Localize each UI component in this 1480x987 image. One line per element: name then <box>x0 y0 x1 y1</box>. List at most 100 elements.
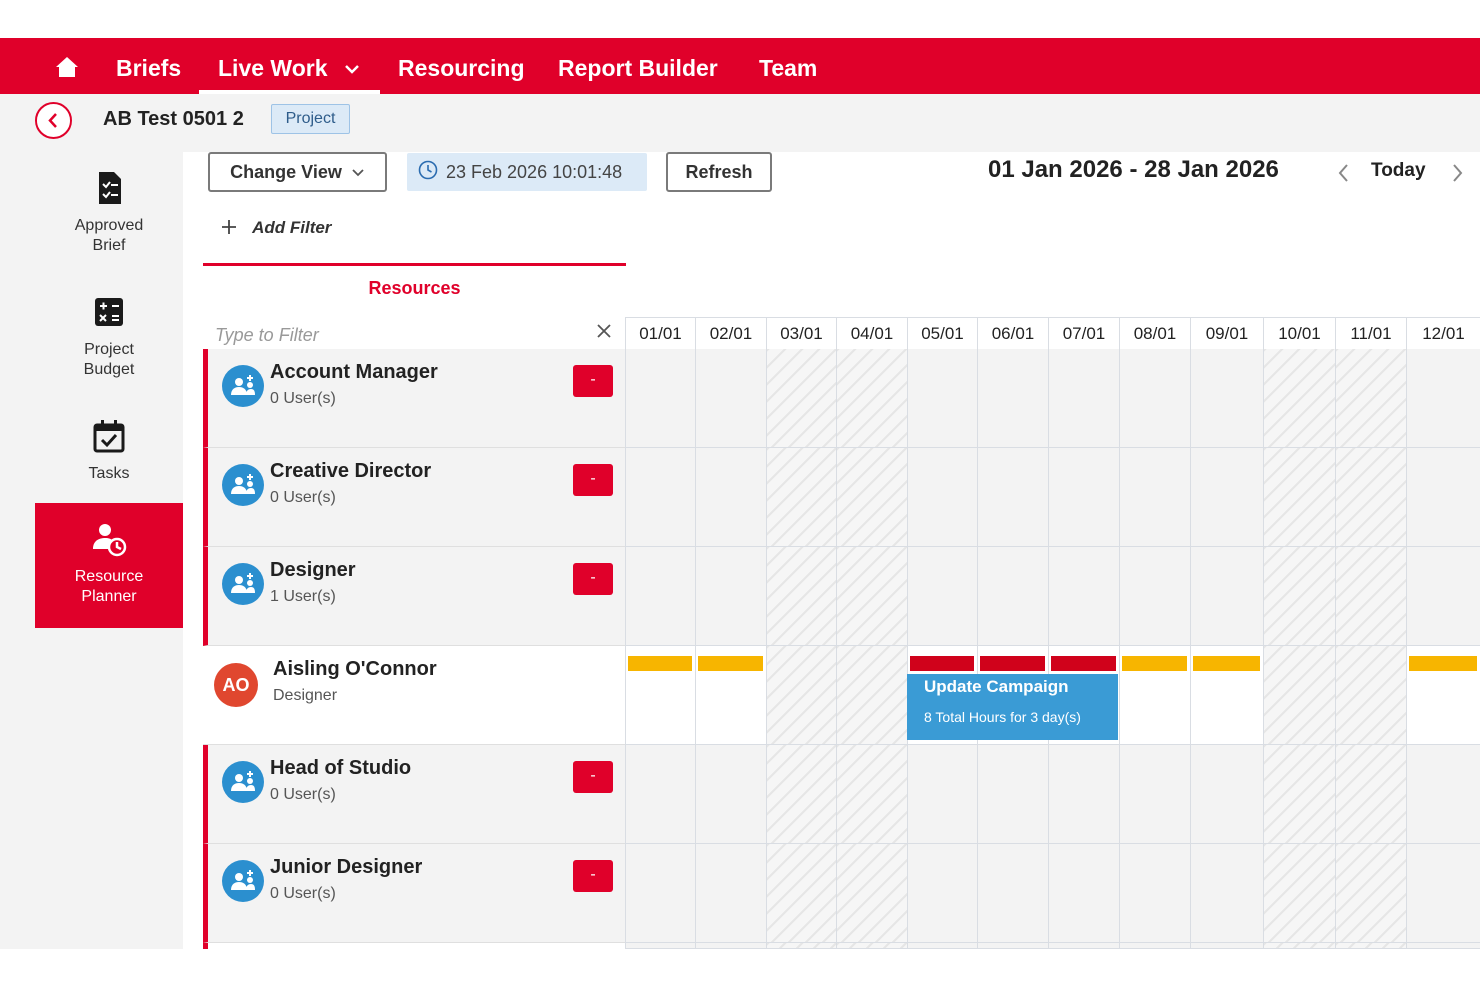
resource-user-count: 1 User(s) <box>270 588 336 605</box>
day-header: 02/01 <box>695 317 766 349</box>
day-header: 03/01 <box>766 317 836 349</box>
calendar-cell[interactable] <box>836 943 907 949</box>
project-title: AB Test 0501 2 <box>103 108 244 130</box>
day-header: 10/01 <box>1263 317 1335 349</box>
day-header: 09/01 <box>1190 317 1263 349</box>
project-type-badge: Project <box>271 104 350 134</box>
resource-row-creative-director: Creative Director 0 User(s) - <box>203 448 1480 547</box>
users-add-icon <box>222 563 264 605</box>
resource-row-designer: Designer 1 User(s) - <box>203 547 1480 646</box>
resource-user-count: 0 User(s) <box>270 489 336 506</box>
remove-role-button[interactable]: - <box>573 563 613 595</box>
chevron-left-icon[interactable] <box>1335 162 1353 184</box>
close-icon[interactable] <box>595 322 613 340</box>
resource-row-info: Account Manager 0 User(s) - <box>203 349 625 448</box>
day-header: 12/01 <box>1406 317 1480 349</box>
sidebar-item-label: Resource Planner <box>74 568 144 605</box>
add-filter-label: Add Filter <box>252 218 332 237</box>
task-block[interactable]: Update Campaign 8 Total Hours for 3 day(… <box>907 674 1118 740</box>
sidebar-item-project-budget[interactable]: Project Budget <box>35 276 183 400</box>
resources-title: Resources <box>368 278 461 298</box>
calendar-cell[interactable] <box>977 943 1048 949</box>
calendar-cell[interactable] <box>907 943 977 949</box>
resource-filter-input[interactable] <box>215 322 585 348</box>
resource-name: Account Manager <box>270 361 438 383</box>
resource-row-junior-designer: Junior Designer 0 User(s) - <box>203 844 1480 943</box>
resource-row-info: Designer 1 User(s) - <box>203 547 625 646</box>
date-range-label: 01 Jan 2026 - 28 Jan 2026 <box>988 156 1279 183</box>
day-header: 11/01 <box>1335 317 1406 349</box>
user-clock-icon <box>93 524 127 557</box>
app-root: Briefs Live Work Resourcing Report Build… <box>0 0 1480 987</box>
person-info: AO Aisling O'Connor Designer <box>203 646 625 745</box>
resource-user-count: 0 User(s) <box>270 390 336 407</box>
task-hours: 8 Total Hours for 3 day(s) <box>924 709 1081 725</box>
timestamp-text: 23 Feb 2026 10:01:48 <box>446 162 623 182</box>
day-header: 05/01 <box>907 317 977 349</box>
refresh-button[interactable]: Refresh <box>666 152 772 192</box>
change-view-button[interactable]: Change View <box>208 152 387 192</box>
calendar-cell[interactable] <box>1119 943 1190 949</box>
resource-name: Junior Designer <box>270 856 423 878</box>
row-edge <box>203 943 208 949</box>
resource-row-account-manager: Account Manager 0 User(s) - <box>203 349 1480 448</box>
remove-role-button[interactable]: - <box>573 860 613 892</box>
day-header: 04/01 <box>836 317 907 349</box>
nav-live-work[interactable]: Live Work <box>199 38 380 94</box>
calendar-cell[interactable] <box>766 943 836 949</box>
remove-role-button[interactable]: - <box>573 464 613 496</box>
resource-user-count: 0 User(s) <box>270 885 336 902</box>
person-name[interactable]: Aisling O'Connor <box>273 658 437 681</box>
nav-resourcing[interactable]: Resourcing <box>398 38 525 94</box>
home-icon[interactable] <box>52 52 82 82</box>
users-add-icon <box>222 365 264 407</box>
calendar-cell[interactable] <box>1048 943 1119 949</box>
nav-live-work-label: Live Work <box>218 55 328 81</box>
chevron-down-icon <box>345 65 359 74</box>
back-button[interactable] <box>35 102 72 139</box>
person-role: Designer <box>273 687 338 704</box>
calendar-cell[interactable] <box>1406 943 1480 949</box>
resource-row-info: Head of Studio 0 User(s) - <box>203 745 625 844</box>
calendar-cell[interactable] <box>695 943 766 949</box>
today-button[interactable]: Today <box>1371 160 1426 182</box>
chevron-down-icon <box>352 169 364 177</box>
calendar-cell[interactable] <box>1335 943 1406 949</box>
day-header: 01/01 <box>625 317 695 349</box>
users-add-icon <box>222 761 264 803</box>
chevron-right-icon[interactable] <box>1448 162 1466 184</box>
resource-name: Designer <box>270 559 356 581</box>
change-view-label: Change View <box>230 162 342 182</box>
project-header: AB Test 0501 2 Project <box>0 94 1480 152</box>
avatar: AO <box>214 663 258 707</box>
nav-briefs[interactable]: Briefs <box>116 38 181 94</box>
resource-name: Head of Studio <box>270 757 412 779</box>
resource-row-person: AO Aisling O'Connor Designer <box>203 646 1480 745</box>
remove-role-button[interactable]: - <box>573 365 613 397</box>
day-header: 08/01 <box>1119 317 1190 349</box>
calendar-check-icon <box>93 420 125 453</box>
calendar-cell[interactable] <box>1263 943 1335 949</box>
sidebar-item-resource-planner[interactable]: Resource Planner <box>35 503 183 628</box>
add-filter-button[interactable]: Add Filter <box>220 218 331 244</box>
resource-user-count: 0 User(s) <box>270 786 336 803</box>
calendar-cell[interactable] <box>1190 943 1263 949</box>
document-checklist-icon <box>99 172 121 204</box>
task-title: Update Campaign <box>924 677 1069 696</box>
clock-icon <box>418 160 438 180</box>
day-header: 07/01 <box>1048 317 1119 349</box>
users-add-icon <box>222 464 264 506</box>
sidebar-item-label: Approved Brief <box>74 217 144 254</box>
calendar-cell[interactable] <box>625 943 695 949</box>
sidebar-item-label: Project Budget <box>83 341 135 378</box>
chevron-left-icon <box>48 113 57 128</box>
resource-row-info: Junior Designer 0 User(s) - <box>203 844 625 943</box>
sidebar-item-approved-brief[interactable]: Approved Brief <box>35 152 183 276</box>
resources-panel-header: Resources <box>203 263 626 349</box>
remove-role-button[interactable]: - <box>573 761 613 793</box>
sidebar: Approved Brief Project Budget Tasks Reso… <box>0 152 183 949</box>
day-header: 06/01 <box>977 317 1048 349</box>
nav-team[interactable]: Team <box>759 38 817 94</box>
nav-report-builder[interactable]: Report Builder <box>558 38 718 94</box>
resource-row-head-of-studio: Head of Studio 0 User(s) - <box>203 745 1480 844</box>
